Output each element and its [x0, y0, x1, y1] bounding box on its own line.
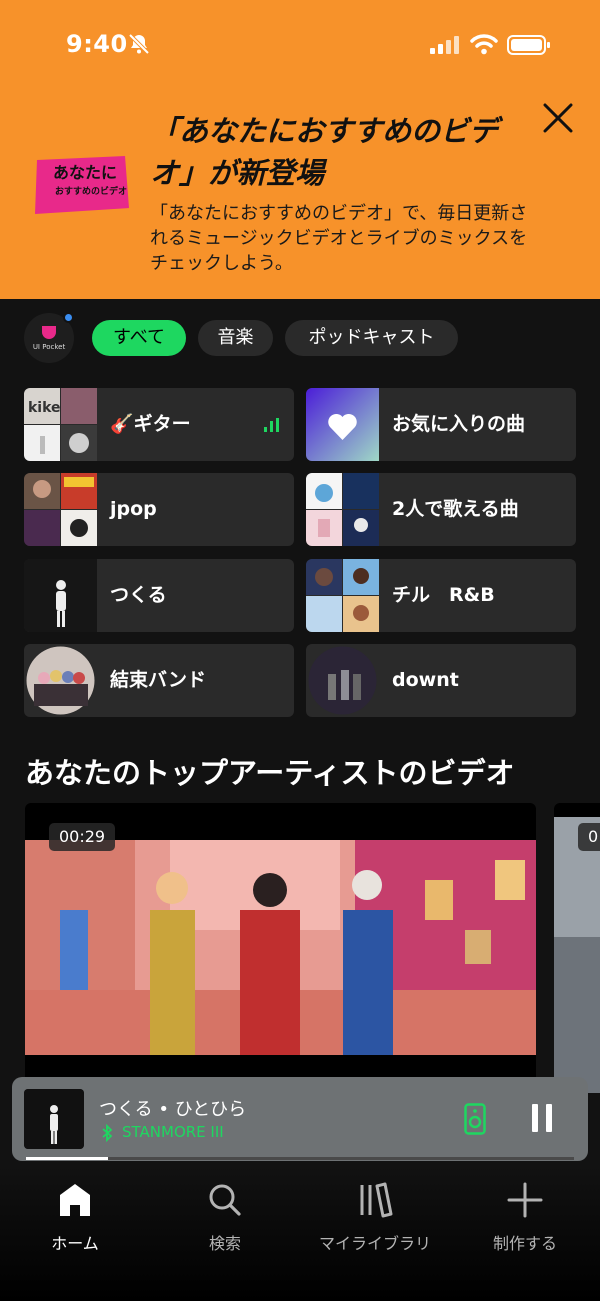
home-icon — [60, 1184, 90, 1216]
shortcut-label: 2人で歌える曲 — [392, 498, 519, 520]
status-bar: 9:40 — [0, 0, 600, 90]
now-playing-title: つくる • ひとひら — [99, 1099, 247, 1120]
filter-chip-podcast[interactable]: ポッドキャスト — [285, 320, 458, 356]
status-time: 9:40 — [66, 30, 128, 58]
logo-text-line1: あなたに — [53, 163, 117, 182]
playback-progress-fill — [26, 1157, 109, 1160]
library-icon — [360, 1182, 393, 1218]
now-playing-cover — [24, 1089, 84, 1149]
shortcut-label: downt — [392, 669, 459, 691]
filter-chip-music[interactable]: 音楽 — [198, 320, 273, 356]
bluetooth-icon — [102, 1124, 113, 1142]
banner-title: 「あなたにおすすめのビデオ」が新登場 — [150, 114, 499, 190]
playlist-cover-tsukuru — [24, 559, 97, 632]
video-duration: 00:29 — [49, 823, 116, 851]
nav-search[interactable]: 検索 — [150, 1180, 300, 1260]
cellular-signal-icon — [430, 36, 459, 54]
close-icon[interactable] — [538, 98, 578, 138]
video-feature-logo: あなたに おすすめのビデオ — [35, 156, 129, 214]
logo-text-line2: おすすめのビデオ — [55, 185, 127, 197]
nav-home[interactable]: ホーム — [0, 1180, 150, 1260]
artist-image-kessoku-band — [26, 646, 95, 715]
shortcut-label: jpop — [110, 498, 157, 520]
notification-dot — [63, 312, 74, 323]
profile-logo-icon — [42, 326, 56, 339]
now-playing-equalizer-icon — [264, 418, 279, 432]
video-duration: 0 — [578, 823, 600, 851]
playback-progress[interactable] — [26, 1157, 574, 1160]
shortcut-chill-rnb[interactable]: チル R&B — [306, 559, 576, 632]
playlist-cover-guitar: kike — [24, 388, 97, 461]
shortcut-tsukuru[interactable]: つくる — [24, 559, 294, 632]
shortcut-downt[interactable]: downt — [306, 644, 576, 717]
search-icon — [209, 1184, 241, 1216]
shortcut-duet-songs[interactable]: 2人で歌える曲 — [306, 473, 576, 546]
speaker-device-icon[interactable] — [464, 1103, 486, 1135]
playlist-cover-jpop — [24, 473, 97, 546]
wifi-icon — [470, 34, 498, 55]
shortcut-label: 🎸ギター — [110, 413, 191, 435]
bell-muted-icon — [128, 33, 150, 55]
svg-text:kike: kike — [28, 400, 61, 416]
liked-songs-cover — [306, 388, 379, 461]
nav-search-label: 検索 — [208, 1234, 241, 1253]
shortcut-label: チル R&B — [392, 584, 495, 606]
promo-banner[interactable]: 9:40 「あなたにおすすめのビデオ」が新登場 あなたに おすすめのビデオ 「あ… — [0, 0, 600, 299]
nav-create[interactable]: 制作する — [450, 1180, 600, 1260]
video-card[interactable]: 0 — [554, 803, 600, 1093]
shortcut-liked-songs[interactable]: お気に入りの曲 — [306, 388, 576, 461]
video-thumbnail — [554, 817, 600, 1093]
shortcut-guitar[interactable]: kike 🎸ギター — [24, 388, 294, 461]
video-thumbnail — [25, 840, 536, 1055]
battery-icon — [507, 35, 550, 55]
artist-image-downt — [308, 646, 377, 715]
nav-library[interactable]: マイライブラリ — [300, 1180, 450, 1260]
shortcut-label: お気に入りの曲 — [392, 413, 526, 435]
section-title: あなたのトップアーティストのビデオ — [25, 756, 515, 790]
banner-description: 「あなたにおすすめのビデオ」で、毎日更新されるミュージックビデオとライブのミック… — [150, 203, 528, 274]
shortcut-label: 結束バンド — [110, 669, 206, 691]
video-card[interactable]: 00:29 — [25, 803, 536, 1093]
profile-label: UI Pocket — [32, 343, 66, 351]
now-playing-device: STANMORE III — [122, 1123, 224, 1141]
nav-home-label: ホーム — [51, 1234, 99, 1253]
shortcut-jpop[interactable]: jpop — [24, 473, 294, 546]
nav-library-label: マイライブラリ — [318, 1234, 431, 1253]
pause-icon[interactable] — [530, 1103, 554, 1133]
playlist-cover-duet — [306, 473, 379, 546]
shortcut-label: つくる — [110, 584, 167, 606]
nav-create-label: 制作する — [492, 1234, 557, 1253]
plus-icon — [507, 1182, 543, 1218]
now-playing-bar[interactable]: つくる • ひとひら STANMORE III — [12, 1077, 588, 1161]
shortcut-kessoku-band[interactable]: 結束バンド — [24, 644, 294, 717]
playlist-cover-chill-rnb — [306, 559, 379, 632]
filter-chip-all[interactable]: すべて — [92, 320, 186, 356]
